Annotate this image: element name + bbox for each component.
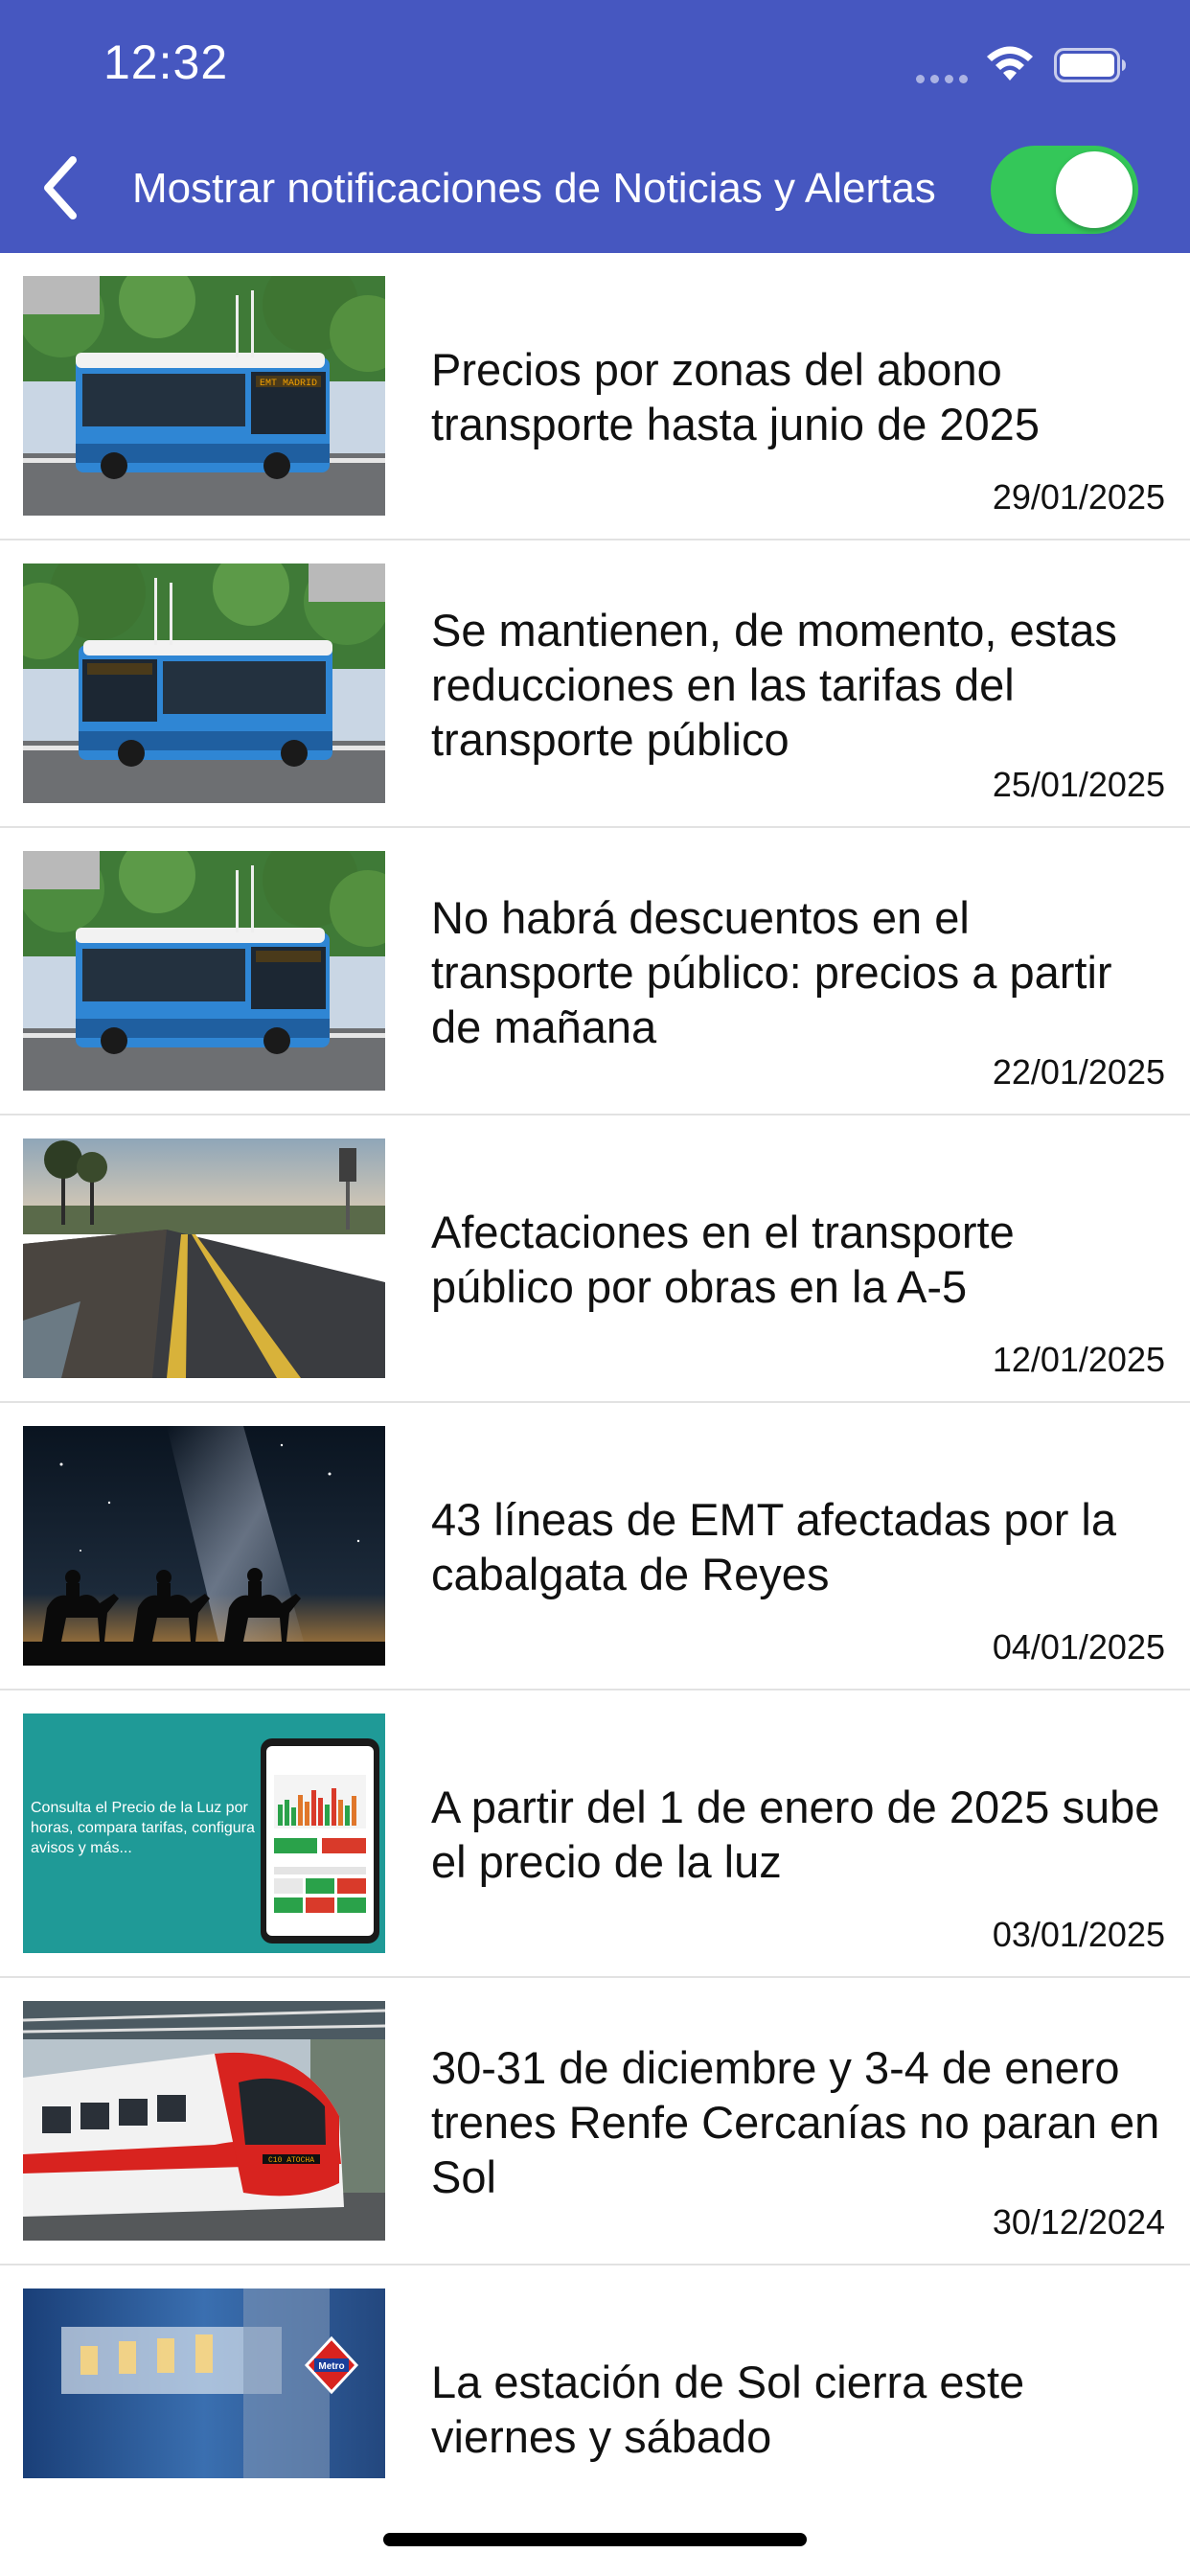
news-thumbnail: [23, 1138, 385, 1378]
notifications-toggle[interactable]: [991, 146, 1138, 234]
news-thumbnail: [23, 1426, 385, 1666]
news-date: 04/01/2025: [992, 1627, 1165, 1667]
bus-image: [23, 851, 385, 1091]
news-thumbnail: Metro: [23, 2288, 385, 2478]
train-image: C10 ATOCHA: [23, 2001, 385, 2241]
phone-mockup-image: [261, 1738, 379, 1944]
battery-icon: [1054, 48, 1126, 82]
news-title: La estación de Sol cierra este viernes y…: [431, 2357, 1025, 2462]
status-time: 12:32: [103, 35, 229, 89]
cellular-signal-icon: [916, 75, 968, 83]
chevron-left-icon: [44, 156, 77, 219]
home-indicator[interactable]: [383, 2533, 807, 2546]
news-date: 12/01/2025: [992, 1340, 1165, 1379]
news-date: 03/01/2025: [992, 1915, 1165, 1954]
news-thumbnail: EMT MADRID: [23, 276, 385, 516]
camels-image: [23, 1426, 385, 1666]
back-button[interactable]: [29, 153, 90, 222]
page-title: Mostrar notificaciones de Noticias y Ale…: [132, 165, 936, 212]
news-date: 30/12/2024: [992, 2202, 1165, 2242]
news-date: 25/01/2025: [992, 765, 1165, 804]
svg-text:C10 ATOCHA: C10 ATOCHA: [268, 2156, 314, 2165]
news-thumbnail: [23, 851, 385, 1091]
news-date: 29/01/2025: [992, 477, 1165, 517]
bus-image: [23, 564, 385, 803]
news-thumbnail: [23, 564, 385, 803]
news-item[interactable]: Metro La estación de Sol cierra este vie…: [0, 2266, 1190, 2553]
svg-text:EMT MADRID: EMT MADRID: [260, 379, 317, 389]
news-item[interactable]: No habrá descuentos en el transporte púb…: [0, 828, 1190, 1116]
news-item[interactable]: Consulta el Precio de la Luz por horas, …: [0, 1690, 1190, 1978]
news-item[interactable]: 43 líneas de EMT afectadas por la cabalg…: [0, 1403, 1190, 1690]
news-item[interactable]: EMT MADRID Precios por zonas del abono t…: [0, 253, 1190, 540]
news-item[interactable]: Afectaciones en el transporte público po…: [0, 1116, 1190, 1403]
wifi-icon: [987, 46, 1033, 80]
news-item[interactable]: C10 ATOCHA 30-31 de diciembre y 3-4 de e…: [0, 1978, 1190, 2266]
toggle-knob: [1056, 151, 1133, 228]
news-date: 22/01/2025: [992, 1052, 1165, 1092]
news-list: EMT MADRID Precios por zonas del abono t…: [0, 253, 1190, 2553]
metro-image: Metro: [23, 2288, 385, 2478]
bus-image: EMT MADRID: [23, 276, 385, 516]
news-item[interactable]: Se mantienen, de momento, estas reduccio…: [0, 540, 1190, 828]
news-thumbnail: C10 ATOCHA: [23, 2001, 385, 2241]
navigation-header: 12:32 Mostrar notificaciones de Noticias…: [0, 0, 1190, 253]
news-thumbnail: Consulta el Precio de la Luz por horas, …: [23, 1714, 385, 1953]
svg-text:Metro: Metro: [318, 2361, 344, 2372]
road-image: [23, 1138, 385, 1378]
